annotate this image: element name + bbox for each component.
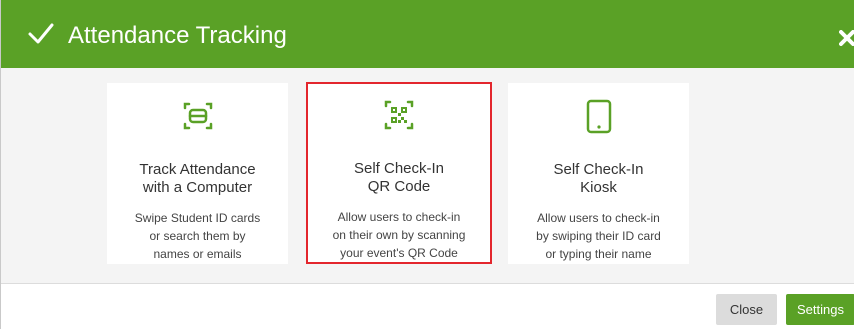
option-desc-line: your event's QR Code (340, 246, 458, 260)
option-desc-line: or search them by (149, 229, 246, 243)
settings-button[interactable]: Settings (786, 294, 854, 325)
option-title-line: with a Computer (142, 179, 253, 196)
option-title: Track Attendance with a Computer (107, 161, 288, 197)
modal-header: Attendance Tracking (1, 0, 854, 68)
option-title: Self Check-In QR Code (308, 160, 490, 196)
option-desc-line: or typing their name (545, 247, 652, 261)
option-self-checkin-kiosk[interactable]: Self Check-In Kiosk Allow users to check… (508, 83, 689, 264)
option-desc-line: Allow users to check-in (537, 211, 660, 225)
tablet-icon (586, 99, 611, 134)
option-description: Swipe Student ID cards or search them by… (107, 209, 288, 263)
option-title-line: Kiosk (580, 179, 617, 196)
option-desc-line: Allow users to check-in (337, 210, 461, 224)
option-desc-line: names or emails (153, 247, 242, 261)
option-description: Allow users to check-in by swiping their… (508, 209, 689, 263)
option-title-line: Self Check-In (353, 160, 445, 177)
option-desc-line: by swiping their ID card (536, 229, 661, 243)
modal-body: Track Attendance with a Computer Swipe S… (1, 68, 854, 284)
option-track-computer[interactable]: Track Attendance with a Computer Swipe S… (107, 83, 288, 264)
checkmark-icon (28, 23, 54, 44)
modal-title: Attendance Tracking (68, 22, 287, 49)
option-title-line: Track Attendance (139, 161, 256, 178)
option-description: Allow users to check-in on their own by … (308, 208, 490, 262)
option-title-line: Self Check-In (553, 161, 644, 178)
qr-code-icon (384, 100, 414, 130)
option-title-line: QR Code (367, 178, 431, 195)
option-self-checkin-qr[interactable]: Self Check-In QR Code Allow users to che… (306, 82, 492, 264)
option-title: Self Check-In Kiosk (508, 161, 689, 197)
attendance-modal: Attendance Tracking Track Attendance wit… (0, 0, 854, 329)
computer-scan-icon (183, 102, 212, 130)
option-desc-line: on their own by scanning (332, 228, 466, 242)
close-icon[interactable] (839, 30, 854, 46)
close-button[interactable]: Close (716, 294, 777, 325)
option-desc-line: Swipe Student ID cards (134, 211, 261, 225)
